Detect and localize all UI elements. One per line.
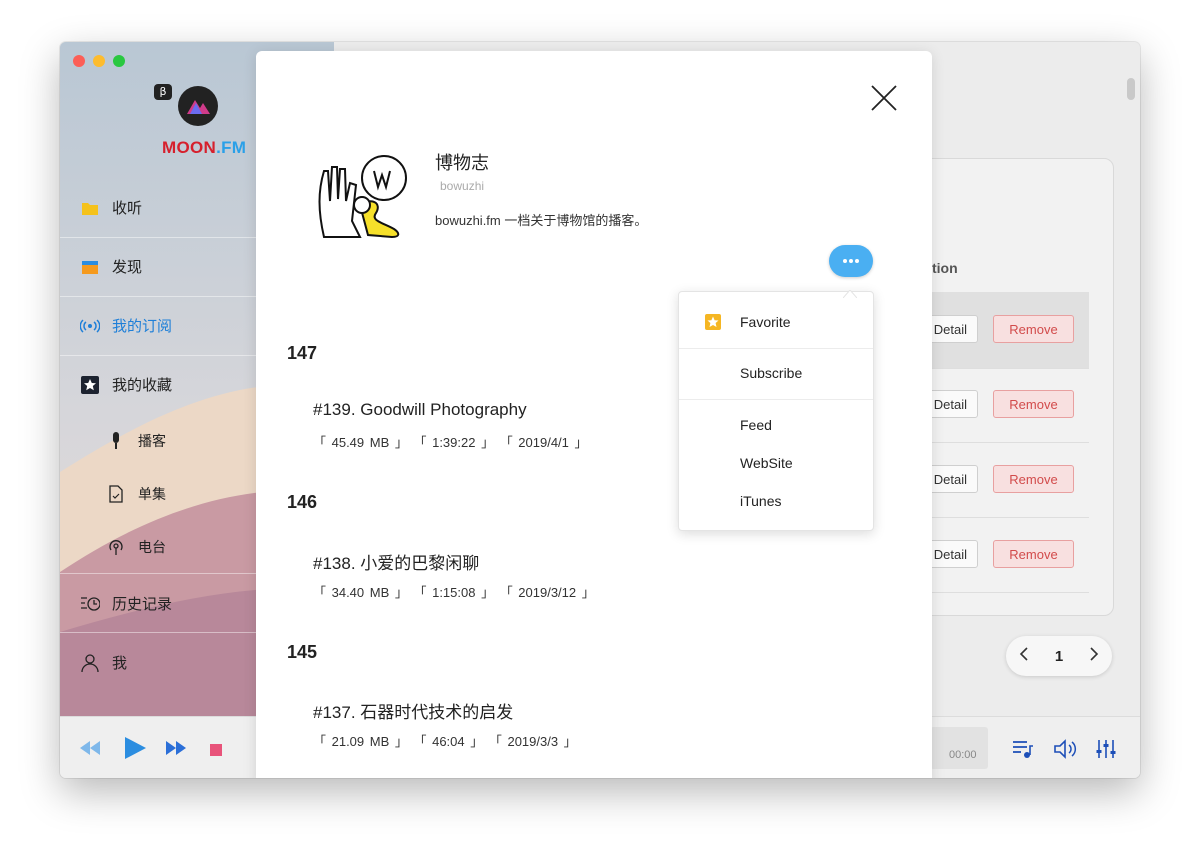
episode-meta: 「 45.49 MB 」 「 1:39:22 」 「 2019/4/1 」	[313, 435, 588, 450]
pagination: 1	[1006, 636, 1112, 676]
sidebar-item-history[interactable]: 历史记录	[80, 593, 172, 614]
beta-badge: β	[154, 84, 172, 100]
sidebar-item-episodes[interactable]: 单集	[106, 484, 166, 504]
sidebar-item-subscriptions[interactable]: 我的订阅	[80, 315, 172, 336]
sidebar-item-podcasts[interactable]: 播客	[106, 431, 166, 451]
menu-item-itunes[interactable]: iTunes	[740, 493, 782, 509]
app-window: β MOON.FM 收听 发现 我的订阅 我的收藏 播客 单集 电台 历史记录 …	[60, 42, 1140, 778]
sidebar-item-discover[interactable]: 发现	[80, 256, 142, 277]
more-options-menu: Favorite Subscribe Feed WebSite iTunes	[678, 289, 874, 531]
row-divider	[918, 517, 1089, 518]
sidebar-item-label: 我的订阅	[112, 318, 173, 335]
sidebar-item-label: 播客	[138, 433, 166, 449]
row-divider	[918, 368, 1089, 369]
remove-button[interactable]: Remove	[993, 390, 1074, 418]
menu-divider	[679, 399, 873, 400]
page-number: 1	[1054, 647, 1064, 665]
sidebar-item-label: 收听	[112, 200, 143, 217]
episode-title[interactable]: #137. 石器时代技术的启发	[313, 698, 513, 723]
fast-forward-icon[interactable]	[166, 741, 186, 760]
column-header: tion	[932, 260, 958, 276]
remove-button[interactable]: Remove	[993, 540, 1074, 568]
episode-number: 146	[287, 492, 318, 512]
folder-icon	[80, 198, 100, 218]
episode-meta: 「 21.09 MB 」 「 46:04 」 「 2019/3/3 」	[313, 734, 577, 749]
menu-item-website[interactable]: WebSite	[740, 455, 793, 471]
sidebar-item-radio[interactable]: 电台	[106, 537, 166, 557]
scrollbar[interactable]	[1127, 78, 1135, 100]
rewind-icon[interactable]	[80, 741, 100, 760]
app-logo	[178, 86, 218, 126]
close-window-button[interactable]	[73, 55, 85, 67]
more-options-button[interactable]	[829, 245, 873, 277]
podcast-detail-modal: 博物志 bowuzhi bowuzhi.fm 一档关于博物馆的播客。 147 #…	[256, 51, 932, 778]
user-icon	[80, 653, 100, 673]
episode-title[interactable]: #138. 小爱的巴黎闲聊	[313, 549, 479, 574]
brand-name-part1: MOON	[162, 138, 217, 157]
playlist-icon[interactable]	[1012, 739, 1034, 764]
star-icon	[80, 375, 100, 395]
sidebar-item-label: 历史记录	[112, 596, 173, 613]
sidebar-item-label: 我的收藏	[112, 377, 173, 394]
history-icon	[80, 594, 100, 614]
equalizer-icon[interactable]	[1096, 739, 1116, 764]
episode-title[interactable]: #139. Goodwill Photography	[313, 400, 527, 420]
sidebar-item-label: 单集	[138, 486, 166, 502]
menu-divider	[679, 348, 873, 349]
podcast-subtitle: bowuzhi	[440, 179, 485, 193]
stop-icon[interactable]	[210, 743, 222, 761]
sidebar-item-label: 我	[112, 655, 128, 672]
sidebar-item-label: 电台	[138, 539, 166, 555]
menu-caret	[842, 285, 858, 303]
play-icon[interactable]	[124, 737, 146, 764]
zoom-window-button[interactable]	[113, 55, 125, 67]
sidebar-item-listen[interactable]: 收听	[80, 197, 142, 218]
remove-button[interactable]: Remove	[993, 465, 1074, 493]
row-divider	[918, 442, 1089, 443]
episode-number: 147	[287, 343, 318, 363]
microphone-icon	[106, 431, 126, 451]
volume-icon[interactable]	[1054, 739, 1078, 764]
close-icon[interactable]	[870, 84, 898, 112]
podcast-title: 博物志	[435, 153, 489, 173]
chevron-left-icon[interactable]	[1019, 647, 1029, 665]
favorite-star-icon	[705, 314, 721, 335]
time-display: 00:00	[949, 749, 977, 761]
broadcast-icon	[80, 316, 100, 336]
sidebar-item-me[interactable]: 我	[80, 652, 127, 673]
menu-item-subscribe[interactable]: Subscribe	[740, 365, 802, 381]
chevron-right-icon[interactable]	[1089, 647, 1099, 665]
sidebar-item-favorites[interactable]: 我的收藏	[80, 374, 172, 395]
box-icon	[80, 257, 100, 277]
episode-meta: 「 34.40 MB 」 「 1:15:08 」 「 2019/3/12 」	[313, 585, 595, 600]
menu-item-feed[interactable]: Feed	[740, 417, 772, 433]
episode-number: 145	[287, 642, 318, 662]
sidebar-item-label: 发现	[112, 259, 143, 276]
minimize-window-button[interactable]	[93, 55, 105, 67]
file-icon	[106, 484, 126, 504]
brand-name: MOON.FM	[162, 138, 246, 158]
brand-name-part2: .FM	[216, 138, 247, 157]
remove-button[interactable]: Remove	[993, 315, 1074, 343]
row-divider	[918, 592, 1089, 593]
menu-item-favorite[interactable]: Favorite	[740, 314, 791, 330]
ellipsis-icon	[841, 248, 861, 270]
logo-mountain-icon	[187, 100, 210, 114]
podcast-cover-art	[316, 151, 412, 252]
progress-track[interactable]	[930, 727, 988, 769]
radio-icon	[106, 537, 126, 557]
podcast-description: bowuzhi.fm 一档关于博物馆的播客。	[435, 213, 648, 228]
